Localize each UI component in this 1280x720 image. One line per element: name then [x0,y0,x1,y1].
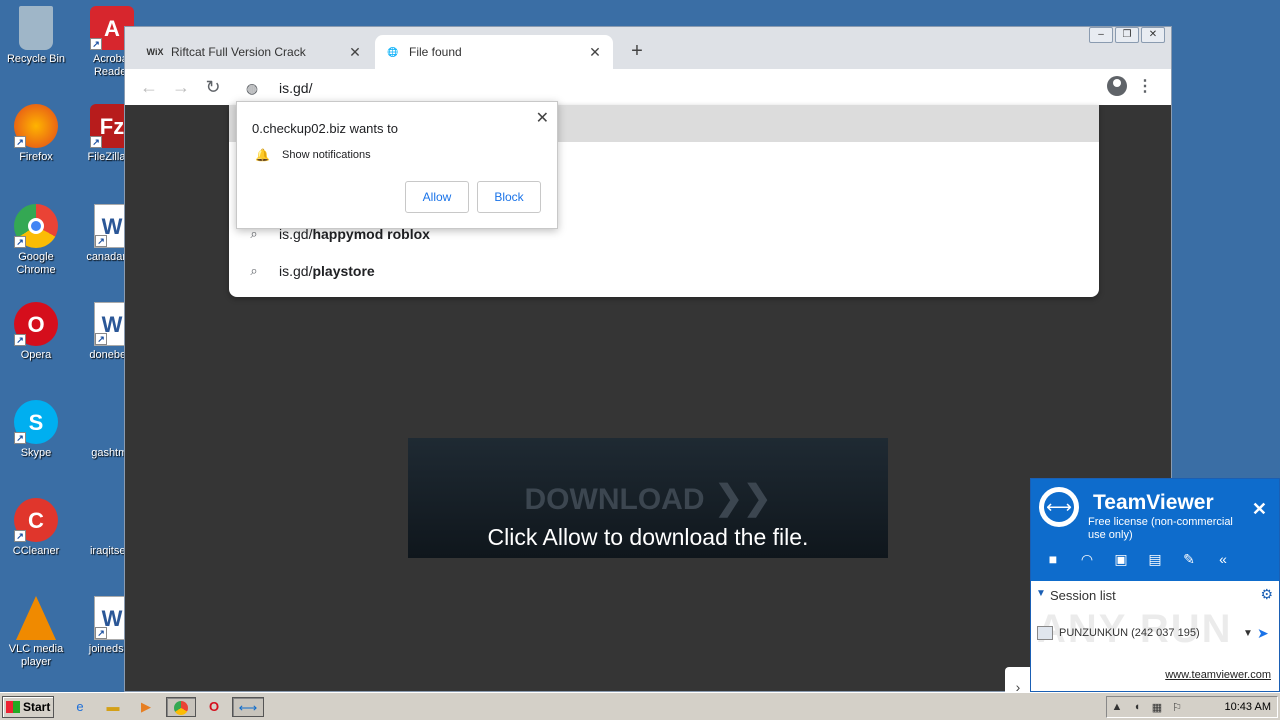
forward-icon[interactable]: → [169,75,193,99]
ie-icon[interactable]: e [68,697,92,717]
chevron-down-icon[interactable]: ▼ [1243,628,1257,639]
close-icon[interactable]: ✕ [1141,27,1165,43]
gear-icon[interactable]: ⚙ [1260,586,1273,603]
close-icon[interactable]: ✕ [1252,499,1267,520]
desktop-icon-skype[interactable]: S ↗ Skype [0,400,72,460]
permission-item: Show notifications [282,149,371,161]
download-heading: DOWNLOAD ❯❯ [524,479,772,517]
license-text: Free license (non-commercial use only) [1088,516,1233,541]
session-name: PUNZUNKUN (242 037 195) [1059,627,1200,639]
computer-icon [1037,626,1053,640]
files-icon[interactable]: ▤ [1145,549,1165,569]
desktop-icon-ccleaner[interactable]: C ↗ CCleaner [0,498,72,558]
address-input[interactable]: is.gd/ [279,80,312,96]
teamviewer-panel: TeamViewer Free license (non-commercial … [1030,478,1280,692]
reload-icon[interactable]: ↻ [201,75,225,99]
search-icon: ⌕ [250,263,258,278]
download-banner[interactable]: DOWNLOAD ❯❯ Click Allow to download the f… [408,438,888,558]
session-list-label: Session list [1050,588,1116,603]
system-tray: ▲ ◖ ▦ ⚐ 10:43 AM [1106,696,1278,718]
address-bar[interactable]: ◍ is.gd/ [229,71,1099,105]
chrome-icon: ↗ [14,204,58,248]
block-button[interactable]: Block [477,181,541,213]
cursor-icon: ➤ [1257,624,1269,641]
tab-file-found[interactable]: 🌐 File found ✕ [375,35,613,69]
teamviewer-taskbar-icon[interactable]: ⟷ [232,697,264,717]
back-icon[interactable]: ← [137,75,161,99]
teamviewer-name: TeamViewer [1093,491,1214,514]
video-icon[interactable]: ■ [1043,549,1063,569]
clock: 10:43 AM [1224,701,1271,713]
teamviewer-toolbar: ■ ◠ ▣ ▤ ✎ « [1043,549,1233,569]
desktop-icon-recycle-bin[interactable]: Recycle Bin [0,6,72,66]
recycle-bin-icon [19,6,53,50]
account-icon[interactable] [1107,76,1127,96]
chrome-taskbar-icon[interactable] [166,697,196,717]
allow-button[interactable]: Allow [405,181,469,213]
tab-riftcat[interactable]: WiX Riftcat Full Version Crack ✕ [137,35,373,69]
download-message: Click Allow to download the file. [487,524,809,550]
globe-icon: ◍ [245,80,259,96]
session-entry[interactable]: PUNZUNKUN (242 037 195) ▼ ➤ [1037,623,1275,643]
close-icon[interactable]: ✕ [536,108,549,128]
folder-icon[interactable]: ▬ [101,697,125,717]
media-player-icon[interactable]: ▶ [134,697,158,717]
menu-kebab-icon[interactable]: ⋮ [1137,75,1153,99]
tab-title: Riftcat Full Version Crack [171,45,306,59]
opera-taskbar-icon[interactable]: O [202,697,226,717]
ccleaner-icon: C ↗ [14,498,58,542]
wix-favicon-icon: WiX [146,47,164,57]
desktop-icon-firefox[interactable]: ↗ Firefox [0,104,72,164]
new-tab-button[interactable]: + [625,40,649,63]
notification-permission-popup: 0.checkup02.biz wants to ✕ 🔔 Show notifi… [236,101,558,229]
desktop-icon-vlc[interactable]: VLC media player [0,596,72,669]
desktop-icon-opera[interactable]: O ↗ Opera [0,302,72,362]
triangle-down-icon: ▼ [1036,588,1046,599]
minimize-icon[interactable]: – [1089,27,1113,43]
double-chevron-icon: ❯❯ [714,479,772,517]
headset-icon[interactable]: ◠ [1077,549,1097,569]
firefox-icon: ↗ [14,104,58,148]
volume-icon[interactable]: ◖ [1127,701,1147,713]
browser-toolbar: ← → ↻ ◍ is.gd/ ⋮ [125,69,1171,105]
session-list-header[interactable]: ▼ Session list ⚙ [1031,585,1279,607]
bell-icon: 🔔 [255,148,270,162]
skype-icon: S ↗ [14,400,58,444]
collapse-icon[interactable]: « [1213,549,1233,569]
chat-icon[interactable]: ▣ [1111,549,1131,569]
tray-expand-icon[interactable]: ▲ [1107,701,1127,713]
tab-close-icon[interactable]: ✕ [587,44,603,61]
desktop-icon-chrome[interactable]: ↗ Google Chrome [0,204,72,277]
permission-title: 0.checkup02.biz wants to [252,121,398,136]
windows-flag-icon [6,701,20,713]
tab-close-icon[interactable]: ✕ [347,44,363,61]
opera-icon: O ↗ [14,302,58,346]
tab-title: File found [409,45,462,59]
network-icon[interactable]: ▦ [1147,701,1167,714]
window-controls: – ❐ ✕ [1089,27,1165,43]
tab-strip: WiX Riftcat Full Version Crack ✕ 🌐 File … [125,27,1171,69]
taskbar: Start e ▬ ▶ O ⟷ ▲ ◖ ▦ ⚐ 10:43 AM [0,692,1280,720]
suggestion-item[interactable]: ⌕ is.gd/playstore [229,253,1099,289]
maximize-icon[interactable]: ❐ [1115,27,1139,43]
teamviewer-link[interactable]: www.teamviewer.com [1165,669,1271,681]
globe-icon: 🌐 [387,46,399,57]
chrome-window: WiX Riftcat Full Version Crack ✕ 🌐 File … [124,26,1172,707]
tools-icon[interactable]: ✎ [1179,549,1199,569]
vlc-icon [16,596,56,640]
flag-icon[interactable]: ⚐ [1167,701,1187,714]
teamviewer-header: TeamViewer Free license (non-commercial … [1031,479,1279,581]
start-button[interactable]: Start [2,696,54,718]
teamviewer-logo-icon [1039,487,1079,527]
